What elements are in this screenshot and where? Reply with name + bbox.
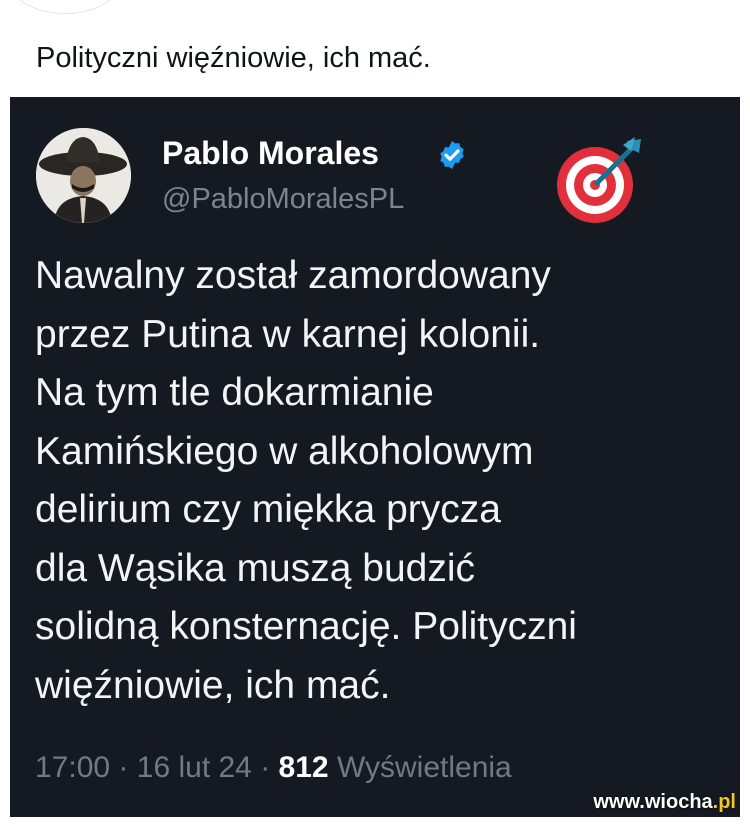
tweet-screenshot-card: Pablo Morales @PabloMoralesPL Nawalny zo… <box>10 97 740 817</box>
tweet-meta: 17:00 · 16 lut 24 · 812 Wyświetlenia <box>35 751 512 785</box>
tweet-text-line: dla Wąsika muszą budzić <box>35 546 476 590</box>
tweet-time[interactable]: 17:00 <box>35 751 110 784</box>
tweet-text-line: delirium czy miękka prycza <box>35 488 501 531</box>
tweet-text-line: więźniowie, ich mać. <box>35 663 391 707</box>
post-caption: Polityczni więźniowie, ich mać. <box>36 42 431 74</box>
tweet-text-line: Na tym tle dokarmianie <box>35 371 434 414</box>
tweet-text-line: solidną konsternację. Polityczni <box>35 605 577 648</box>
author-avatar[interactable] <box>36 128 131 223</box>
watermark-tld: .pl <box>712 791 736 813</box>
views-label[interactable]: Wyświetlenia <box>337 751 512 784</box>
verified-badge-icon <box>440 141 464 169</box>
tweet-text: Nawalny został zamordowany przez Putina … <box>35 247 735 715</box>
previous-avatar-edge <box>12 0 118 14</box>
views-count[interactable]: 812 <box>279 751 329 784</box>
site-watermark: www.wiocha.pl <box>593 791 736 814</box>
author-name[interactable]: Pablo Morales <box>162 135 379 172</box>
meta-separator: · <box>260 751 271 784</box>
tweet-text-line: przez Putina w karnej kolonii. <box>35 312 541 356</box>
author-handle[interactable]: @PabloMoralesPL <box>162 183 404 216</box>
watermark-domain: www.wiocha <box>593 791 713 813</box>
direct-hit-target-icon <box>557 137 641 223</box>
meta-separator: · <box>118 751 129 784</box>
tweet-text-line: Nawalny został zamordowany <box>35 254 551 297</box>
sombrero-portrait-icon <box>36 128 131 223</box>
tweet-date[interactable]: 16 lut 24 <box>137 751 252 784</box>
tweet-text-line: Kamińskiego w alkoholowym <box>35 429 534 473</box>
